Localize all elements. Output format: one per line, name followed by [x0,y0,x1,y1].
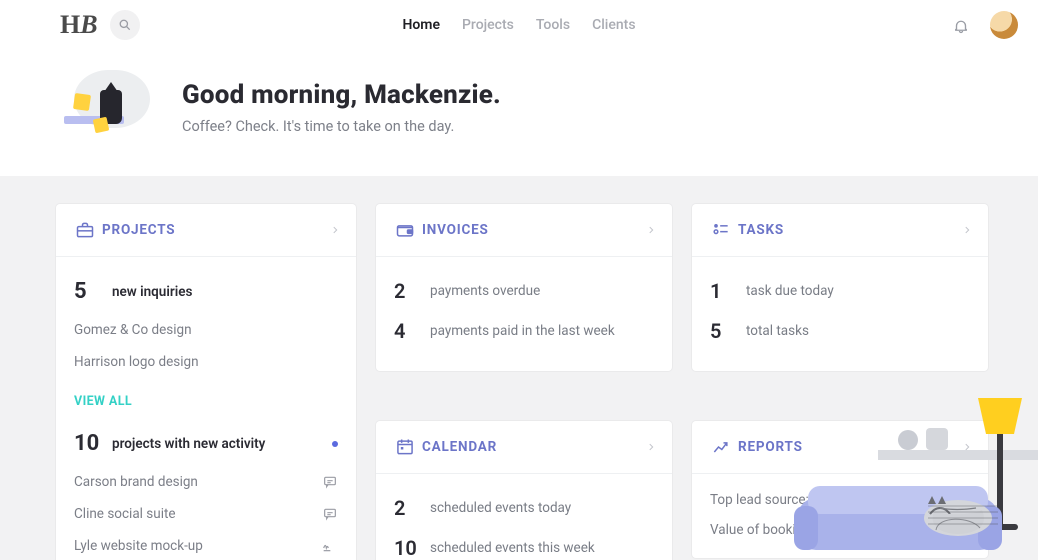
comment-icon [322,506,338,522]
activity-item-label: Cline social suite [74,506,176,522]
inquiries-count: 5 [74,279,100,304]
hero-title: Good morning, Mackenzie. [182,80,501,110]
notifications-button[interactable] [952,16,970,34]
activity-row[interactable]: Lyle website mock-up [74,530,338,560]
due-count: 1 [710,279,734,303]
overdue-count: 2 [394,279,418,303]
signature-icon [320,538,338,554]
inquiry-row[interactable]: Gomez & Co design [74,314,338,346]
nav-home[interactable]: Home [402,17,440,33]
app-logo[interactable]: HB [60,10,98,40]
hero-illustration [60,72,150,142]
due-label: task due today [746,283,834,299]
chevron-right-icon [962,223,972,237]
calendar-card: CALENDAR 2 scheduled events today 10 sch… [376,421,672,560]
new-inquiries-stat: 5 new inquiries [74,271,338,312]
activity-stat: 10 projects with new activity [74,423,338,464]
comment-icon [322,474,338,490]
nav-tools[interactable]: Tools [536,17,570,33]
lead-prefix: Top lead source: [710,492,809,508]
reports-card-header[interactable]: REPORTS [692,421,988,474]
user-avatar[interactable] [990,11,1018,39]
task-total-stat: 5 total tasks [710,311,970,351]
bookings-prefix: Value of bookings this [710,522,843,538]
activity-row[interactable]: Carson brand design [74,466,338,498]
projects-card-header[interactable]: PROJECTS [56,204,356,257]
week-count: 10 [394,536,418,560]
invoices-card: INVOICES 2 payments overdue 4 payments p… [376,204,672,371]
activity-item-label: Carson brand design [74,474,198,490]
calendar-card-header[interactable]: CALENDAR [376,421,672,474]
nav-clients[interactable]: Clients [592,17,635,33]
checklist-icon [710,220,732,240]
reports-title: REPORTS [738,439,803,455]
paid-count: 4 [394,319,418,343]
chevron-right-icon [646,223,656,237]
reports-card: REPORTS Top lead source: Google Value of… [692,421,988,558]
bell-icon [952,16,970,34]
view-all-link[interactable]: VIEW ALL [74,386,338,413]
search-icon [118,18,132,32]
briefcase-icon [74,220,96,240]
calendar-icon [394,437,416,457]
total-count: 5 [710,319,734,343]
today-label: scheduled events today [430,500,571,516]
hero-subtitle: Coffee? Check. It's time to take on the … [182,118,501,135]
inquiry-item-label: Gomez & Co design [74,322,192,338]
total-label: total tasks [746,323,809,339]
chart-up-icon [710,437,732,457]
activity-label: projects with new activity [112,436,265,452]
inquiry-row[interactable]: Harrison logo design [74,346,338,378]
main-nav: Home Projects Tools Clients [402,17,635,33]
chevron-right-icon [962,440,972,454]
projects-title: PROJECTS [102,222,175,238]
paid-label: payments paid in the last week [430,323,615,339]
tasks-title: TASKS [738,222,784,238]
chevron-right-icon [646,440,656,454]
activity-count: 10 [74,431,100,456]
activity-row[interactable]: Cline social suite [74,498,338,530]
calendar-title: CALENDAR [422,439,497,455]
task-due-stat: 1 task due today [710,271,970,311]
search-button[interactable] [110,10,140,40]
chevron-right-icon [330,223,340,237]
bookings-value-line: Value of bookings this [710,522,970,538]
tasks-card-header[interactable]: TASKS [692,204,988,257]
paid-week-stat: 4 payments paid in the last week [394,311,654,351]
activity-item-label: Lyle website mock-up [74,538,203,554]
inquiry-item-label: Harrison logo design [74,354,199,370]
activity-dot-indicator [332,441,338,447]
nav-projects[interactable]: Projects [462,17,514,33]
hero-banner: Good morning, Mackenzie. Coffee? Check. … [0,50,1038,176]
events-week-stat: 10 scheduled events this week [394,528,654,560]
tasks-card: TASKS 1 task due today 5 total tasks [692,204,988,371]
week-label: scheduled events this week [430,540,595,556]
overdue-stat: 2 payments overdue [394,271,654,311]
invoices-title: INVOICES [422,222,489,238]
today-count: 2 [394,496,418,520]
wallet-icon [394,220,416,240]
lead-value: Google [816,492,859,508]
inquiries-label: new inquiries [112,284,192,300]
top-lead-source-line: Top lead source: Google [710,492,970,508]
projects-card: PROJECTS 5 new inquiries Gomez & Co desi… [56,204,356,560]
events-today-stat: 2 scheduled events today [394,488,654,528]
invoices-card-header[interactable]: INVOICES [376,204,672,257]
overdue-label: payments overdue [430,283,540,299]
